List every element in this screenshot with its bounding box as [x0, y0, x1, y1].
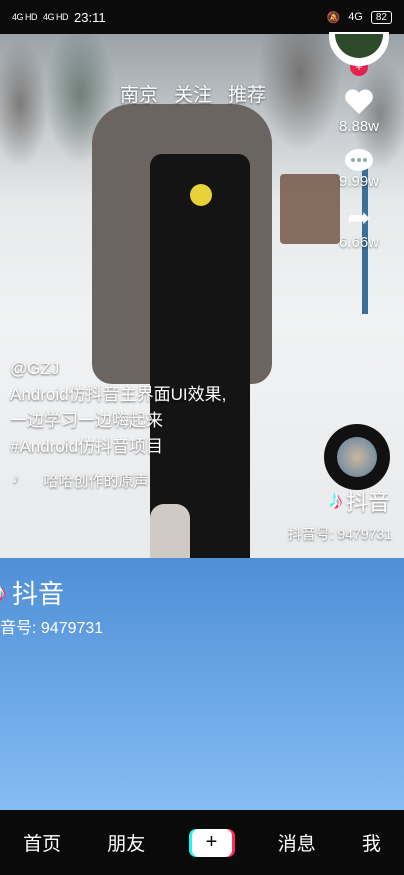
- mute-icon: 🔕: [326, 11, 341, 24]
- status-bar: 4G HD 4G HD 23:11 🔕 4G 82: [0, 0, 404, 34]
- signal-icon-2: 4G HD: [43, 11, 69, 22]
- watermark-name: 抖音: [345, 490, 390, 515]
- video-caption: @GZJ Android仿抖音主界面UI效果, 一边学习一边嗨起来 #Andro…: [10, 356, 226, 460]
- heart-icon: [344, 90, 374, 116]
- nav-home[interactable]: 首页: [23, 829, 61, 856]
- caption-line-1: Android仿抖音主界面UI效果,: [10, 385, 227, 404]
- author-handle[interactable]: @GZJ: [10, 356, 226, 382]
- top-tabs: 南京 关注 推荐: [120, 80, 266, 107]
- tiktok-logo-icon-next: ♪: [0, 578, 6, 606]
- watermark-id: 抖音号: 9479731: [287, 526, 392, 542]
- watermark-id-next: 音号: 9479731: [0, 620, 104, 637]
- music-title: 哈哈创作的原声: [43, 473, 149, 490]
- person-boots: [150, 504, 190, 558]
- battery-indicator: 82: [370, 10, 392, 24]
- caption-line-2: 一边学习一边嗨起来: [10, 411, 163, 430]
- like-action[interactable]: 8.88w: [339, 90, 379, 135]
- status-left: 4G HD 4G HD 23:11: [12, 10, 106, 25]
- comment-action[interactable]: 9.99w: [339, 149, 379, 190]
- nav-messages[interactable]: 消息: [278, 829, 316, 856]
- tab-local[interactable]: 南京: [120, 80, 158, 107]
- music-disc[interactable]: [324, 424, 390, 490]
- smiley-badge: [190, 184, 212, 206]
- status-right: 🔕 4G 82: [326, 10, 392, 24]
- watermark-name-next: 抖音: [12, 579, 65, 609]
- nav-me[interactable]: 我: [362, 829, 381, 856]
- tab-recommend[interactable]: 推荐: [228, 80, 266, 107]
- author-avatar[interactable]: [329, 32, 389, 66]
- create-button[interactable]: +: [191, 828, 232, 857]
- share-count: 6.66w: [338, 234, 380, 251]
- watermark-brand: ♪ 抖音: [330, 485, 390, 517]
- bottom-nav: 首页 朋友 + 消息 我: [0, 810, 404, 875]
- video-player-next[interactable]: ♪ 抖音 音号: 9479731: [0, 558, 404, 810]
- share-icon: ➦: [347, 202, 371, 233]
- signal-icon: 4G HD: [12, 11, 38, 22]
- like-count: 8.88w: [338, 118, 380, 135]
- nav-friends[interactable]: 朋友: [107, 829, 145, 856]
- music-row[interactable]: ♪ 哈哈创作的原声: [12, 470, 149, 491]
- tab-following[interactable]: 关注: [174, 80, 212, 107]
- comment-icon: [345, 149, 373, 171]
- comment-count: 9.99w: [338, 173, 380, 190]
- share-action[interactable]: ➦ 6.66w: [338, 202, 380, 252]
- tiktok-logo-icon: ♪: [329, 487, 342, 514]
- status-time: 23:11: [74, 9, 106, 25]
- action-rail: + 8.88w 9.99w ➦ 6.66w: [324, 32, 394, 252]
- network-label: 4G: [348, 11, 363, 23]
- caption-hashtag[interactable]: #Android仿抖音项目: [10, 434, 226, 460]
- disc-cover-image: [337, 437, 377, 477]
- music-note-icon: ♪: [12, 470, 20, 487]
- watermark-brand-next: ♪ 抖音: [0, 574, 64, 611]
